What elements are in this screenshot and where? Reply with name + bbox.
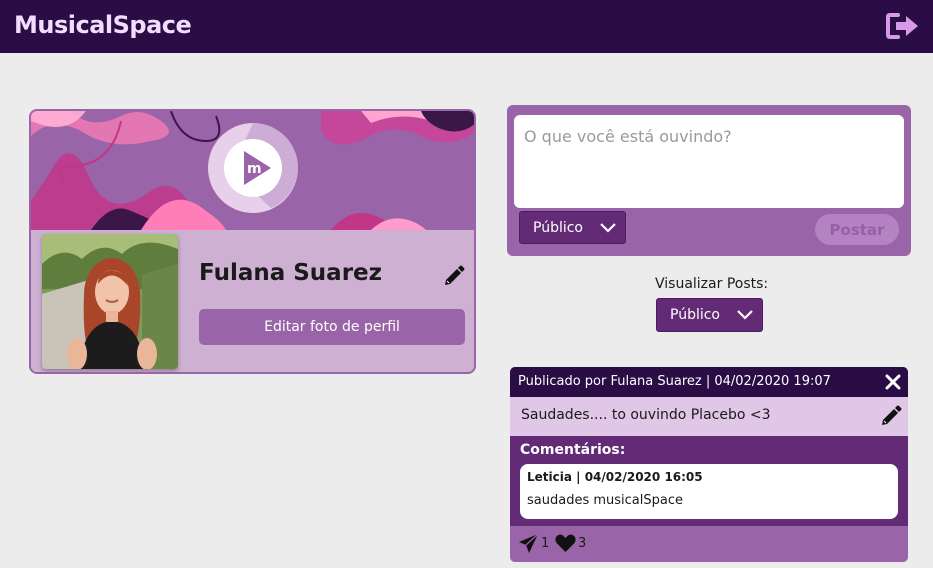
comments-section: Comentários: Leticia | 04/02/2020 16:05 … [510,436,908,526]
profile-name: Fulana Suarez [199,260,383,286]
post-meta: Publicado por Fulana Suarez | 04/02/2020… [518,374,831,389]
comments-title: Comentários: [520,442,626,458]
comment-meta: Leticia | 04/02/2020 16:05 [527,470,703,484]
post-footer: 1 3 [510,526,908,562]
chevron-down-icon [737,310,753,320]
view-posts-label: Visualizar Posts: [655,276,769,292]
svg-text:m: m [247,161,262,177]
app-logo[interactable]: MusicalSpace [14,11,192,39]
profile-photo [42,234,178,369]
post-text: Saudades.... to ouvindo Placebo <3 [521,407,771,423]
pencil-icon[interactable] [443,265,465,287]
comment-item: Leticia | 04/02/2020 16:05 saudades musi… [520,464,898,519]
post-button[interactable]: Postar [815,214,899,245]
top-navbar: MusicalSpace [0,0,933,53]
profile-info: Fulana Suarez Editar foto de perfil [31,230,474,372]
post-input[interactable] [514,115,904,208]
visibility-select[interactable]: Público [519,211,626,244]
view-posts-select[interactable]: Público [656,298,763,332]
heart-icon[interactable] [555,534,576,553]
visibility-select-value: Público [533,219,583,236]
post-card: Publicado por Fulana Suarez | 04/02/2020… [510,367,908,562]
pencil-icon[interactable] [880,405,902,427]
view-posts-select-value: Público [670,307,720,323]
post-composer: Público Postar [507,105,911,256]
share-icon[interactable] [518,533,539,554]
chevron-down-icon [600,222,616,233]
share-count: 1 [541,536,550,551]
close-icon[interactable] [885,374,901,390]
post-body: Saudades.... to ouvindo Placebo <3 [510,397,908,436]
like-count: 3 [578,536,587,551]
edit-photo-button[interactable]: Editar foto de perfil [199,309,465,345]
logout-icon[interactable] [886,12,920,40]
comment-text: saudades musicalSpace [527,493,683,508]
profile-card: m Fulana Suarez Editar foto de perfil [29,109,476,374]
profile-banner: m [31,111,474,230]
post-header: Publicado por Fulana Suarez | 04/02/2020… [510,367,908,397]
